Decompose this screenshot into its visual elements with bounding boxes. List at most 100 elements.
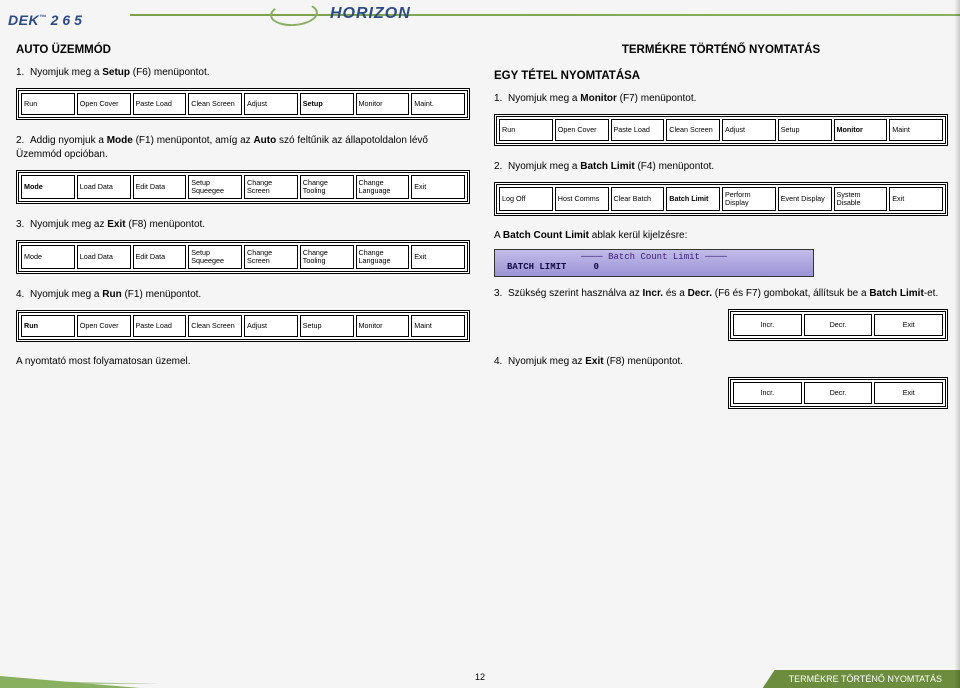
menu-cell[interactable]: Setup: [300, 315, 354, 337]
menu-cell[interactable]: Monitor: [834, 119, 888, 141]
step-number: 4.: [494, 355, 508, 369]
decorative-line: [130, 14, 960, 16]
menu-cell[interactable]: Run: [21, 315, 75, 337]
step-text: (F6 és F7) gombokat, állítsuk be a: [712, 288, 869, 299]
step-bold: Exit: [107, 219, 125, 230]
menu-cell[interactable]: Setup: [778, 119, 832, 141]
menu-strip-left-1: RunOpen CoverPaste LoadClean ScreenAdjus…: [16, 88, 470, 120]
menu-cell[interactable]: Log Off: [499, 187, 553, 211]
footer-decorative-corner: [0, 668, 120, 688]
menu-cell[interactable]: Mode: [21, 245, 75, 269]
menu-cell[interactable]: Clear Batch: [611, 187, 665, 211]
step-bold: Setup: [102, 67, 130, 78]
step-bold: Auto: [253, 135, 276, 146]
menu-cell[interactable]: Change Screen: [244, 175, 298, 199]
brand-text: DEK: [8, 12, 39, 28]
menu-cell[interactable]: Run: [21, 93, 75, 115]
note-text: A: [494, 230, 503, 241]
note-bold: Batch Count Limit: [503, 230, 589, 241]
left-section-title: AUTO ÜZEMMÓD: [16, 44, 470, 56]
menu-cell[interactable]: Load Data: [77, 175, 131, 199]
menu-cell[interactable]: Setup Squeegee: [188, 245, 242, 269]
menu-cell[interactable]: Decr.: [804, 382, 873, 404]
menu-strip-left-4: RunOpen CoverPaste LoadClean ScreenAdjus…: [16, 310, 470, 342]
menu-cell[interactable]: Clean Screen: [666, 119, 720, 141]
menu-cell[interactable]: Adjust: [244, 315, 298, 337]
right-column: TERMÉKRE TÖRTÉNŐ NYOMTATÁS EGY TÉTEL NYO…: [494, 44, 948, 660]
logo-dek: DEK™265: [8, 12, 86, 28]
menu-cell[interactable]: Adjust: [722, 119, 776, 141]
step-number: 1.: [494, 92, 508, 106]
menu-cell[interactable]: Incr.: [733, 314, 802, 336]
menu-cell[interactable]: System Disable: [834, 187, 888, 211]
menu-cell[interactable]: Setup Squeegee: [188, 175, 242, 199]
menu-strip-right-2: Log OffHost CommsClear BatchBatch LimitP…: [494, 182, 948, 216]
menu-cell[interactable]: Edit Data: [133, 175, 187, 199]
menu-cell[interactable]: Batch Limit: [666, 187, 720, 211]
menu-cell[interactable]: Exit: [874, 314, 943, 336]
footer-tab: TERMÉKRE TÖRTÉNŐ NYOMTATÁS: [763, 670, 960, 688]
menu-cell[interactable]: Monitor: [356, 315, 410, 337]
menu-cell[interactable]: Setup: [300, 93, 354, 115]
left-step-1: 1.Nyomjuk meg a Setup (F6) menüpontot.: [16, 66, 470, 80]
product-line-logo: HORIZON: [330, 5, 411, 23]
menu-strip-right-3: Incr.Decr.Exit: [728, 309, 948, 341]
step-text: Nyomjuk meg a: [508, 161, 580, 172]
menu-cell[interactable]: Open Cover: [77, 93, 131, 115]
menu-cell[interactable]: Change Screen: [244, 245, 298, 269]
right-section-title: EGY TÉTEL NYOMTATÁSA: [494, 70, 948, 82]
page-edge-shadow: [955, 0, 960, 688]
step-number: 3.: [16, 218, 30, 232]
menu-cell[interactable]: Change Tooling: [300, 175, 354, 199]
menu-cell[interactable]: Perform Display: [722, 187, 776, 211]
menu-cell[interactable]: Paste Load: [611, 119, 665, 141]
menu-cell[interactable]: Host Comms: [555, 187, 609, 211]
menu-cell[interactable]: Paste Load: [133, 93, 187, 115]
menu-cell[interactable]: Exit: [889, 187, 943, 211]
menu-cell[interactable]: Change Language: [356, 175, 410, 199]
menu-cell[interactable]: Maint: [889, 119, 943, 141]
menu-cell[interactable]: Change Tooling: [300, 245, 354, 269]
step-number: 1.: [16, 66, 30, 80]
step-bold: Run: [102, 289, 121, 300]
step-bold: Batch Limit: [580, 161, 634, 172]
trademark: ™: [39, 14, 47, 21]
page-content: AUTO ÜZEMMÓD 1.Nyomjuk meg a Setup (F6) …: [16, 44, 948, 660]
menu-cell[interactable]: Clean Screen: [188, 93, 242, 115]
menu-cell[interactable]: Decr.: [804, 314, 873, 336]
menu-cell[interactable]: Exit: [874, 382, 943, 404]
left-step-3: 3.Nyomjuk meg az Exit (F8) menüpontot.: [16, 218, 470, 232]
menu-cell[interactable]: Open Cover: [555, 119, 609, 141]
page-title: TERMÉKRE TÖRTÉNŐ NYOMTATÁS: [494, 44, 948, 56]
menu-cell[interactable]: Run: [499, 119, 553, 141]
left-step-4: 4.Nyomjuk meg a Run (F1) menüpontot.: [16, 288, 470, 302]
logo-block: DEK™265: [8, 12, 86, 26]
menu-cell[interactable]: Clean Screen: [188, 315, 242, 337]
batch-count-display: ──── Batch Count Limit ──── BATCH LIMIT …: [494, 249, 814, 277]
menu-cell[interactable]: Change Language: [356, 245, 410, 269]
menu-cell[interactable]: Paste Load: [133, 315, 187, 337]
menu-cell[interactable]: Mode: [21, 175, 75, 199]
menu-cell[interactable]: Incr.: [733, 382, 802, 404]
step-bold: Incr.: [643, 288, 664, 299]
menu-cell[interactable]: Maint.: [411, 93, 465, 115]
menu-cell[interactable]: Monitor: [356, 93, 410, 115]
menu-cell[interactable]: Adjust: [244, 93, 298, 115]
step-bold: Monitor: [580, 93, 617, 104]
step-text: Szükség szerint használva az: [508, 288, 643, 299]
menu-cell[interactable]: Maint: [411, 315, 465, 337]
menu-cell[interactable]: Edit Data: [133, 245, 187, 269]
right-step-3: 3.Szükség szerint használva az Incr. és …: [494, 287, 948, 301]
menu-strip-right-1: RunOpen CoverPaste LoadClean ScreenAdjus…: [494, 114, 948, 146]
page-number: 12: [475, 672, 485, 682]
step-number: 4.: [16, 288, 30, 302]
menu-cell[interactable]: Exit: [411, 175, 465, 199]
menu-cell[interactable]: Exit: [411, 245, 465, 269]
menu-cell[interactable]: Open Cover: [77, 315, 131, 337]
batch-display-value-row: BATCH LIMIT 0: [499, 262, 809, 272]
menu-cell[interactable]: Load Data: [77, 245, 131, 269]
right-step-2: 2.Nyomjuk meg a Batch Limit (F4) menüpon…: [494, 160, 948, 174]
step-bold: Exit: [585, 356, 603, 367]
menu-cell[interactable]: Event Display: [778, 187, 832, 211]
footer: 12 TERMÉKRE TÖRTÉNŐ NYOMTATÁS: [0, 664, 960, 688]
